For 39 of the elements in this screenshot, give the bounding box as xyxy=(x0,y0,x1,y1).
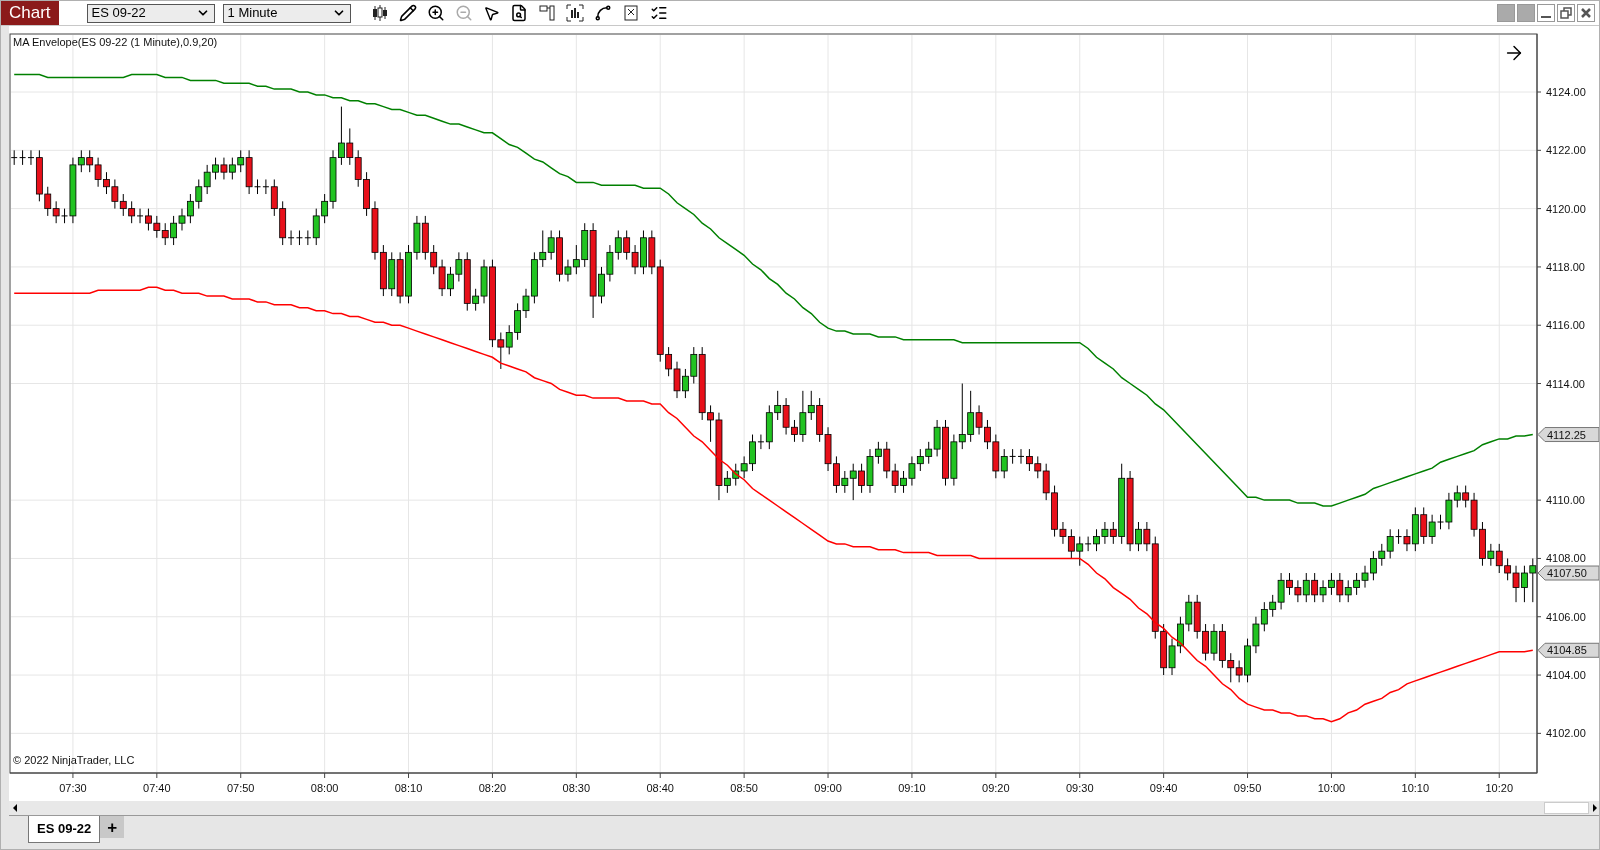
time-label: 08:20 xyxy=(478,782,507,794)
time-label: 08:00 xyxy=(310,782,339,794)
indicator-legend: MA Envelope(ES 09-22 (1 Minute),0.9,20) xyxy=(13,36,218,48)
time-label: 08:50 xyxy=(730,782,758,794)
time-label: 08:40 xyxy=(646,782,674,794)
chart-tab[interactable]: ES 09-22 xyxy=(28,816,101,843)
time-label: 09:10 xyxy=(898,782,926,794)
time-label: 08:30 xyxy=(562,782,591,794)
chart-title: Chart xyxy=(1,1,59,25)
time-label: 10:00 xyxy=(1317,782,1346,794)
price-marker: 4112.25 xyxy=(1537,427,1599,443)
time-label: 09:20 xyxy=(982,782,1010,794)
add-tab-button[interactable]: + xyxy=(100,816,125,838)
interval-dropdown[interactable]: 1 Minute xyxy=(222,3,351,23)
price-label: 4104.00 xyxy=(1546,669,1586,682)
price-label: 4102.00 xyxy=(1546,727,1586,740)
time-label: 09:50 xyxy=(1233,782,1262,794)
price-marker: 4107.50 xyxy=(1537,565,1599,581)
time-label: 07:40 xyxy=(143,782,171,794)
price-marker: 4104.85 xyxy=(1537,642,1599,658)
time-label: 09:00 xyxy=(814,782,842,794)
instrument-dropdown[interactable]: ES 09-22 xyxy=(86,3,215,23)
time-label: 10:20 xyxy=(1485,782,1513,794)
copyright-text: © 2022 NinjaTrader, LLC xyxy=(13,754,135,766)
price-label: 4120.00 xyxy=(1546,202,1586,215)
price-label: 4110.00 xyxy=(1546,494,1585,507)
price-label: 4122.00 xyxy=(1546,144,1586,157)
price-label: 4106.00 xyxy=(1546,610,1586,623)
price-label: 4114.00 xyxy=(1546,377,1585,390)
time-label: 08:10 xyxy=(394,782,423,794)
time-label: 07:50 xyxy=(226,782,255,794)
time-label: 09:40 xyxy=(1149,782,1178,794)
time-label: 07:30 xyxy=(59,782,87,794)
time-label: 10:10 xyxy=(1401,782,1430,794)
price-label: 4108.00 xyxy=(1546,552,1586,565)
price-label: 4116.00 xyxy=(1546,319,1585,332)
price-label: 4118.00 xyxy=(1546,260,1585,273)
price-label: 4124.00 xyxy=(1546,86,1586,98)
time-label: 09:30 xyxy=(1065,782,1094,794)
